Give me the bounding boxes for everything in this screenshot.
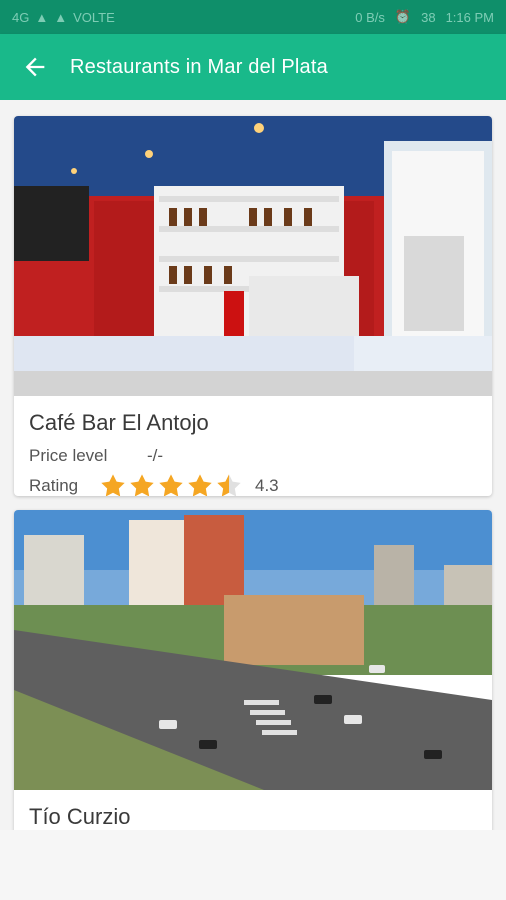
star-icon xyxy=(188,474,212,496)
star-icon xyxy=(159,474,183,496)
price-value: -/- xyxy=(147,446,164,465)
rating-stars xyxy=(99,472,243,496)
status-right: 0 B/s ⏰ 38 1:16 PM xyxy=(355,9,494,25)
rating-row: Rating 4.3 xyxy=(29,472,492,496)
network-speed: 0 B/s xyxy=(355,9,385,25)
time: 1:16 PM xyxy=(445,9,494,25)
half-star-icon xyxy=(217,474,241,496)
restaurant-card[interactable]: Café Bar El Antojo Price level -/- Ratin… xyxy=(14,116,492,496)
status-bar: 4G ▲ ▲ VOLTE 0 B/s ⏰ 38 1:16 PM xyxy=(0,0,506,34)
restaurant-photo xyxy=(14,116,492,396)
star-icon xyxy=(101,474,125,496)
status-left: 4G ▲ ▲ VOLTE xyxy=(12,10,115,25)
signal-text: 4G xyxy=(12,9,30,25)
page-title: Restaurants in Mar del Plata xyxy=(70,55,328,78)
signal-icon: ▲ xyxy=(35,9,49,25)
arrow-left-icon xyxy=(25,57,45,77)
rating-value: 4.3 xyxy=(255,476,279,495)
app-bar: Restaurants in Mar del Plata xyxy=(0,34,506,100)
restaurant-name: Tío Curzio xyxy=(29,804,131,829)
back-button[interactable] xyxy=(0,34,70,100)
restaurant-photo xyxy=(14,510,492,790)
price-label: Price level xyxy=(29,446,108,465)
restaurant-card[interactable]: Tío Curzio xyxy=(14,510,492,830)
battery-text: 38 xyxy=(421,9,436,25)
star-icon xyxy=(130,474,154,496)
signal-icon-2: ▲ xyxy=(54,9,68,25)
volte-badge: VOLTE xyxy=(73,9,115,25)
bottom-blank-area xyxy=(0,830,506,900)
price-row: Price level -/- xyxy=(29,446,492,466)
restaurant-list[interactable]: Café Bar El Antojo Price level -/- Ratin… xyxy=(0,100,506,830)
restaurant-name: Café Bar El Antojo xyxy=(29,410,209,435)
alarm-icon: ⏰ xyxy=(394,9,412,24)
